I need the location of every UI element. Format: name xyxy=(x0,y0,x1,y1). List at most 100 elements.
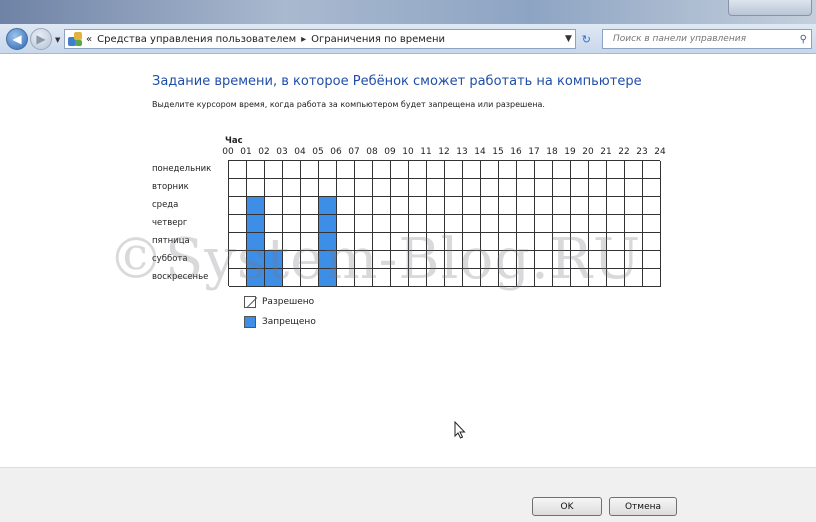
time-slot-cell[interactable] xyxy=(319,161,337,179)
search-icon[interactable]: ⚲ xyxy=(800,34,807,45)
time-slot-cell[interactable] xyxy=(499,179,517,197)
time-slot-cell[interactable] xyxy=(265,251,283,269)
time-slot-cell[interactable] xyxy=(283,269,301,287)
time-slot-cell[interactable] xyxy=(247,233,265,251)
time-slot-cell[interactable] xyxy=(571,215,589,233)
time-slot-cell[interactable] xyxy=(247,251,265,269)
time-slot-cell[interactable] xyxy=(427,197,445,215)
time-slot-cell[interactable] xyxy=(319,215,337,233)
time-slot-cell[interactable] xyxy=(553,269,571,287)
time-slot-cell[interactable] xyxy=(517,233,535,251)
time-slot-cell[interactable] xyxy=(571,179,589,197)
time-slot-cell[interactable] xyxy=(229,179,247,197)
time-slot-cell[interactable] xyxy=(643,215,661,233)
time-slot-cell[interactable] xyxy=(499,215,517,233)
time-slot-cell[interactable] xyxy=(643,233,661,251)
time-slot-cell[interactable] xyxy=(625,179,643,197)
time-slot-cell[interactable] xyxy=(463,251,481,269)
time-slot-cell[interactable] xyxy=(319,233,337,251)
time-slot-cell[interactable] xyxy=(337,269,355,287)
time-slot-cell[interactable] xyxy=(463,215,481,233)
time-slot-cell[interactable] xyxy=(499,233,517,251)
time-slot-cell[interactable] xyxy=(409,215,427,233)
breadcrumb-separator-icon[interactable]: ▸ xyxy=(301,34,306,45)
time-slot-cell[interactable] xyxy=(391,269,409,287)
time-slot-cell[interactable] xyxy=(625,215,643,233)
time-slot-cell[interactable] xyxy=(319,179,337,197)
time-slot-cell[interactable] xyxy=(571,197,589,215)
time-slot-cell[interactable] xyxy=(625,161,643,179)
time-slot-cell[interactable] xyxy=(643,269,661,287)
time-slot-cell[interactable] xyxy=(607,215,625,233)
time-slot-cell[interactable] xyxy=(229,197,247,215)
time-slot-cell[interactable] xyxy=(607,233,625,251)
breadcrumb[interactable]: « Средства управления пользователем ▸ Ог… xyxy=(64,29,576,49)
time-slot-cell[interactable] xyxy=(427,233,445,251)
recent-pages-dropdown[interactable]: ▼ xyxy=(55,36,60,44)
time-slot-cell[interactable] xyxy=(319,269,337,287)
time-slot-cell[interactable] xyxy=(373,251,391,269)
time-slot-cell[interactable] xyxy=(283,251,301,269)
back-button[interactable]: ◀ xyxy=(6,28,28,50)
time-slot-cell[interactable] xyxy=(625,197,643,215)
time-slot-cell[interactable] xyxy=(337,233,355,251)
time-slot-cell[interactable] xyxy=(553,215,571,233)
time-slot-cell[interactable] xyxy=(373,233,391,251)
time-slot-cell[interactable] xyxy=(391,179,409,197)
time-slot-cell[interactable] xyxy=(373,269,391,287)
time-slot-cell[interactable] xyxy=(265,197,283,215)
time-slot-cell[interactable] xyxy=(301,215,319,233)
time-slot-cell[interactable] xyxy=(517,179,535,197)
time-slot-cell[interactable] xyxy=(463,161,481,179)
time-slot-cell[interactable] xyxy=(643,179,661,197)
time-slot-cell[interactable] xyxy=(301,269,319,287)
time-slot-cell[interactable] xyxy=(517,161,535,179)
time-slot-cell[interactable] xyxy=(373,197,391,215)
forward-button[interactable]: ▶ xyxy=(30,28,52,50)
time-slot-cell[interactable] xyxy=(535,215,553,233)
time-slot-cell[interactable] xyxy=(445,161,463,179)
time-slot-cell[interactable] xyxy=(499,269,517,287)
cancel-button[interactable]: Отмена xyxy=(609,497,677,516)
time-slot-cell[interactable] xyxy=(517,269,535,287)
time-slot-cell[interactable] xyxy=(337,179,355,197)
time-slot-cell[interactable] xyxy=(391,197,409,215)
time-slot-cell[interactable] xyxy=(427,161,445,179)
time-slot-cell[interactable] xyxy=(535,269,553,287)
time-slot-cell[interactable] xyxy=(553,251,571,269)
time-slot-cell[interactable] xyxy=(247,215,265,233)
time-slot-cell[interactable] xyxy=(535,197,553,215)
time-slot-cell[interactable] xyxy=(247,161,265,179)
time-slot-cell[interactable] xyxy=(247,197,265,215)
time-slot-cell[interactable] xyxy=(355,251,373,269)
time-slot-cell[interactable] xyxy=(301,251,319,269)
time-slot-cell[interactable] xyxy=(463,269,481,287)
breadcrumb-overflow[interactable]: « xyxy=(86,34,92,45)
time-slot-cell[interactable] xyxy=(589,269,607,287)
time-slot-cell[interactable] xyxy=(517,215,535,233)
time-slot-cell[interactable] xyxy=(427,251,445,269)
time-slot-cell[interactable] xyxy=(445,179,463,197)
time-slot-cell[interactable] xyxy=(481,233,499,251)
time-slot-cell[interactable] xyxy=(499,197,517,215)
time-slot-cell[interactable] xyxy=(481,179,499,197)
time-slot-cell[interactable] xyxy=(499,161,517,179)
time-slot-cell[interactable] xyxy=(553,161,571,179)
time-slot-cell[interactable] xyxy=(625,233,643,251)
time-slot-cell[interactable] xyxy=(535,179,553,197)
time-slot-cell[interactable] xyxy=(373,215,391,233)
time-slot-cell[interactable] xyxy=(409,197,427,215)
time-slot-cell[interactable] xyxy=(643,161,661,179)
time-slot-cell[interactable] xyxy=(283,179,301,197)
time-slot-cell[interactable] xyxy=(391,161,409,179)
time-slot-cell[interactable] xyxy=(589,251,607,269)
time-slot-cell[interactable] xyxy=(481,161,499,179)
ok-button[interactable]: OK xyxy=(532,497,602,516)
search-input[interactable] xyxy=(613,34,793,44)
time-slot-cell[interactable] xyxy=(643,197,661,215)
time-slot-cell[interactable] xyxy=(607,179,625,197)
time-slot-cell[interactable] xyxy=(589,179,607,197)
time-schedule-grid[interactable] xyxy=(228,160,661,287)
time-slot-cell[interactable] xyxy=(553,197,571,215)
time-slot-cell[interactable] xyxy=(607,197,625,215)
